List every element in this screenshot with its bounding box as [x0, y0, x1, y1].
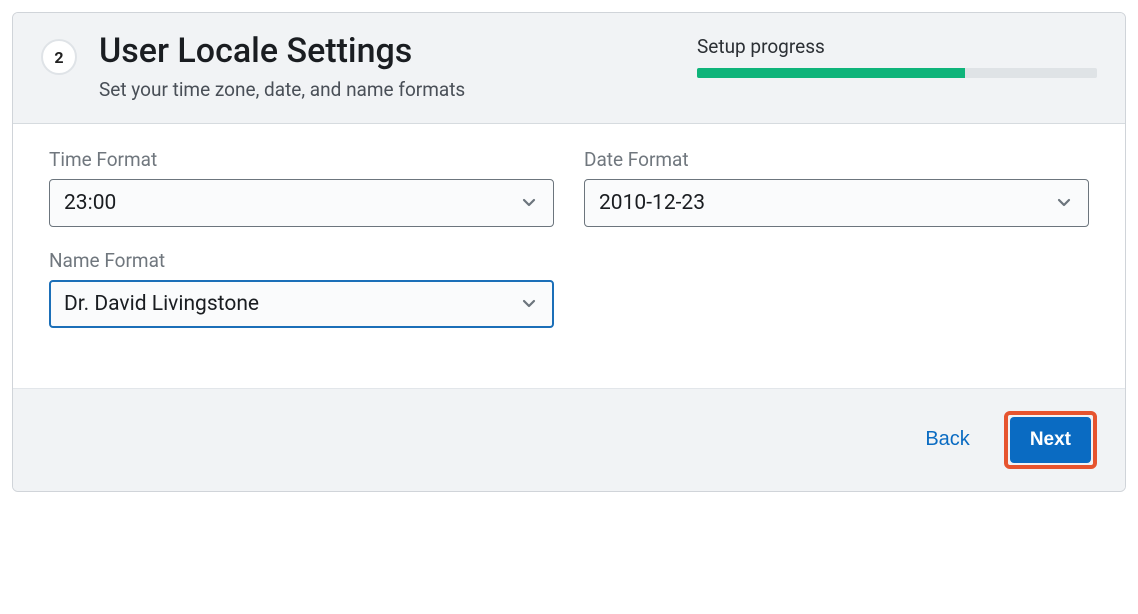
progress-bar	[697, 68, 1097, 78]
title-block: User Locale Settings Set your time zone,…	[99, 31, 697, 101]
name-format-select[interactable]: Dr. David Livingstone	[49, 280, 554, 328]
next-button[interactable]: Next	[1010, 417, 1091, 463]
wizard-header: 2 User Locale Settings Set your time zon…	[13, 13, 1125, 124]
chevron-down-icon	[519, 294, 539, 314]
back-button[interactable]: Back	[915, 420, 979, 459]
date-format-select[interactable]: 2010-12-23	[584, 179, 1089, 227]
chevron-down-icon	[1054, 193, 1074, 213]
time-format-select[interactable]: 23:00	[49, 179, 554, 227]
time-format-field: Time Format 23:00	[49, 148, 554, 227]
date-format-label: Date Format	[584, 148, 1089, 171]
name-format-field: Name Format Dr. David Livingstone	[49, 249, 554, 328]
time-format-label: Time Format	[49, 148, 554, 171]
page-subtitle: Set your time zone, date, and name forma…	[99, 78, 697, 101]
wizard-footer: Back Next	[13, 388, 1125, 491]
date-format-field: Date Format 2010-12-23	[584, 148, 1089, 227]
wizard-card: 2 User Locale Settings Set your time zon…	[12, 12, 1126, 492]
next-button-highlight: Next	[1004, 411, 1097, 469]
progress-label: Setup progress	[697, 35, 1097, 58]
progress-block: Setup progress	[697, 31, 1097, 78]
chevron-down-icon	[519, 193, 539, 213]
name-format-label: Name Format	[49, 249, 554, 272]
progress-fill	[697, 68, 965, 78]
name-format-value: Dr. David Livingstone	[64, 292, 259, 316]
step-number-badge: 2	[41, 39, 77, 75]
date-format-value: 2010-12-23	[599, 191, 705, 215]
page-title: User Locale Settings	[99, 31, 697, 72]
time-format-value: 23:00	[64, 191, 116, 215]
form-body: Time Format 23:00 Date Format 2010-12-23…	[13, 124, 1125, 388]
